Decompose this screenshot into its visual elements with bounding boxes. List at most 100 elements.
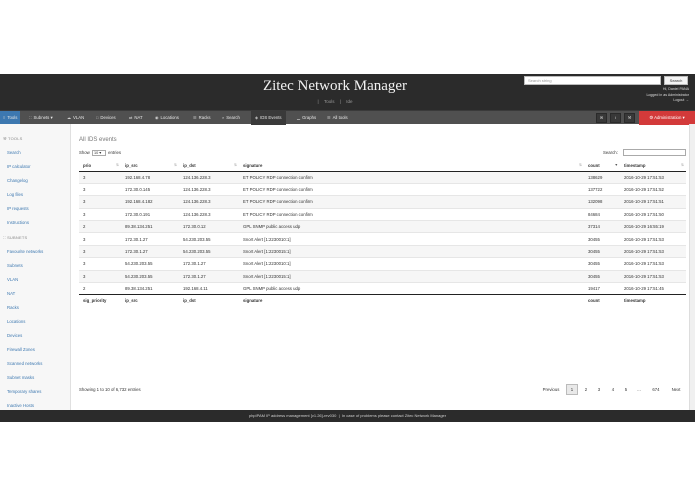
sidebar-item-subnets[interactable]: Subnets [7,263,23,268]
search-icon: ⌕ [222,115,225,120]
header-link-ide[interactable]: Ide [346,99,352,104]
nav-ids-events[interactable]: ◈ IDS Events [251,111,286,125]
cell-count: 30455 [584,269,620,283]
cell-prio: 3 [79,257,121,271]
sidebar-item-instructions[interactable]: Instructions [7,220,29,225]
cell-signature: ET POLICY RDP connection confirm [239,207,584,221]
nav-nat[interactable]: ⇄ NAT [129,111,143,125]
nav-devices[interactable]: □ Devices [96,111,116,125]
sidebar-item-temporary-shares[interactable]: Temporary shares [7,389,41,394]
cell-signature: Snort Alert [1:2230015:1] [239,269,584,283]
footer-contact[interactable]: In case of problems please contact Zitec… [342,413,446,418]
page-scrollbar[interactable] [689,124,695,410]
cell-ip-src: 172.30.1.27 [121,244,179,258]
cell-ip-src: 192.168.4.78 [121,170,179,184]
table-search-input[interactable] [623,149,686,156]
sidebar-item-devices[interactable]: Devices [7,333,22,338]
cell-ip-src: 192.168.4.182 [121,195,179,209]
page-length-select[interactable]: 10 ▾ [91,150,106,156]
sidebar-item-changelog[interactable]: Changelog [7,178,28,183]
global-search-button[interactable]: Search [664,76,688,85]
tools-button[interactable]: ⚒ [624,113,635,123]
footer-version: phpIPAM IP address management [v1.26]-re… [248,413,337,418]
cell-timestamp: 2016-10-29 17:51:53 [620,244,686,258]
pagination-page-2[interactable]: 2 [581,384,591,395]
sidebar-item-scanned-networks[interactable]: Scanned networks [7,361,42,366]
nav-vlan[interactable]: ☁ VLAN [67,111,84,125]
nav-all-tools[interactable]: ☰ All tools [327,111,348,125]
sidebar-item-inactive-hosts[interactable]: Inactive Hosts [7,403,34,408]
pagination-next[interactable]: Next [667,384,685,395]
cell-count: 30455 [584,244,620,258]
info-button[interactable]: i [610,113,621,123]
cell-signature: Snort Alert [1:2230015:1] [239,244,584,258]
messages-button[interactable]: ✉ [596,113,607,123]
sidebar-item-locations[interactable]: Locations [7,319,25,324]
col-header-signature[interactable]: signature ⇅ [239,160,584,172]
logout-link[interactable]: Logout [673,98,684,102]
cell-count: 138629 [584,170,620,184]
cell-timestamp: 2016-10-29 17:51:53 [620,257,686,271]
ids-events-table: prio ⇅ ip_src ⇅ ip_dst ⇅ signature ⇅ count ▼ … [79,160,686,306]
cell-prio: 2 [79,220,121,233]
nav-tools[interactable]: ≡ Tools [0,111,21,125]
sidebar-item-firewall-zones[interactable]: Firewall Zones [7,347,35,352]
nav-locations[interactable]: ◉ Locations [155,111,179,125]
desktop-icon: □ [96,115,99,120]
nav-search[interactable]: ⌕ Search [222,111,240,125]
table-row: 3 172.30.0.191 124.136.228.3 ET POLICY RDP … [79,207,686,221]
sidebar-item-vlan[interactable]: VLAN [7,277,18,282]
sort-icon: ⇅ [173,163,177,167]
cell-ip-src: 172.30.0.191 [121,207,179,221]
pagination-page-5[interactable]: 5 [621,384,631,395]
cell-ip-dst: 172.30.0.12 [179,220,239,233]
pagination-page-1[interactable]: 1 [566,384,578,395]
nav-subnets[interactable]: ∷ Subnets ▾ [29,111,53,125]
app-window: Zitec Network Manager | Tools | Ide Sear… [0,74,695,422]
sidebar-item-search[interactable]: Search [7,150,21,155]
table-info: Showing 1 to 10 of 6,732 entries [79,387,141,392]
table-row: 3 54.230.203.55 172.30.1.27 Snort Alert [1:… [79,257,686,271]
nav-graphs[interactable]: ▁ Graphs [297,111,316,125]
logout-icon[interactable]: → [685,98,689,102]
nav-racks[interactable]: ☰ Racks [193,111,211,125]
cell-timestamp: 2016-10-29 16:55:19 [620,220,686,233]
col-header-prio[interactable]: prio ⇅ [79,160,121,172]
sidebar-item-ip-requests[interactable]: IP requests [7,206,29,211]
cell-timestamp: 2016-10-29 17:51:50 [620,207,686,221]
col-header-ip-dst[interactable]: ip_dst ⇅ [179,160,239,172]
wrench-icon: ⚒ [627,115,632,120]
cell-prio: 3 [79,170,121,184]
cell-count: 30455 [584,232,620,246]
sidebar-item-subnet-masks[interactable]: Subnet masks [7,375,34,380]
col-header-timestamp[interactable]: timestamp ⇅ [620,160,686,172]
global-search-input[interactable]: Search string [524,76,661,85]
header-link-tools[interactable]: Tools [324,99,335,104]
cell-ip-src: 54.230.203.55 [121,257,179,271]
col-header-count[interactable]: count ▼ [584,160,620,172]
cell-ip-dst: 172.30.1.27 [179,269,239,283]
chevron-down-icon: ▾ [682,115,685,120]
sidebar-item-favourite-networks[interactable]: Favourite networks [7,249,43,254]
table-search: Search: [603,149,686,156]
col-header-ip-src[interactable]: ip_src ⇅ [121,160,179,172]
pagination-page-3[interactable]: 3 [594,384,604,395]
administration-menu[interactable]: ⚙ Administration ▾ [639,111,695,125]
sidebar-item-nat[interactable]: NAT [7,291,15,296]
table-row: 2 89.38.134.251 192.168.4.11 GPL SNMP publi… [79,281,686,295]
exchange-icon: ⇄ [129,115,133,120]
cell-prio: 3 [79,182,121,196]
sort-icon: ⇅ [578,163,582,167]
cell-count: 132098 [584,195,620,209]
sidebar-item-log-files[interactable]: Log files [7,192,23,197]
pagination-page-last[interactable]: 674 [648,384,664,395]
sort-desc-icon: ▼ [614,163,618,167]
cell-ip-dst: 124.136.228.3 [179,195,239,209]
pagination-ellipsis: ... [637,387,641,392]
pagination-previous[interactable]: Previous [537,384,565,395]
sidebar-item-racks[interactable]: Racks [7,305,19,310]
header-links: | Tools | Ide [317,99,353,104]
sidebar-item-ip-calculator[interactable]: IP calculator [7,164,31,169]
pagination-page-4[interactable]: 4 [608,384,618,395]
page-title: All IDS events [79,137,117,143]
